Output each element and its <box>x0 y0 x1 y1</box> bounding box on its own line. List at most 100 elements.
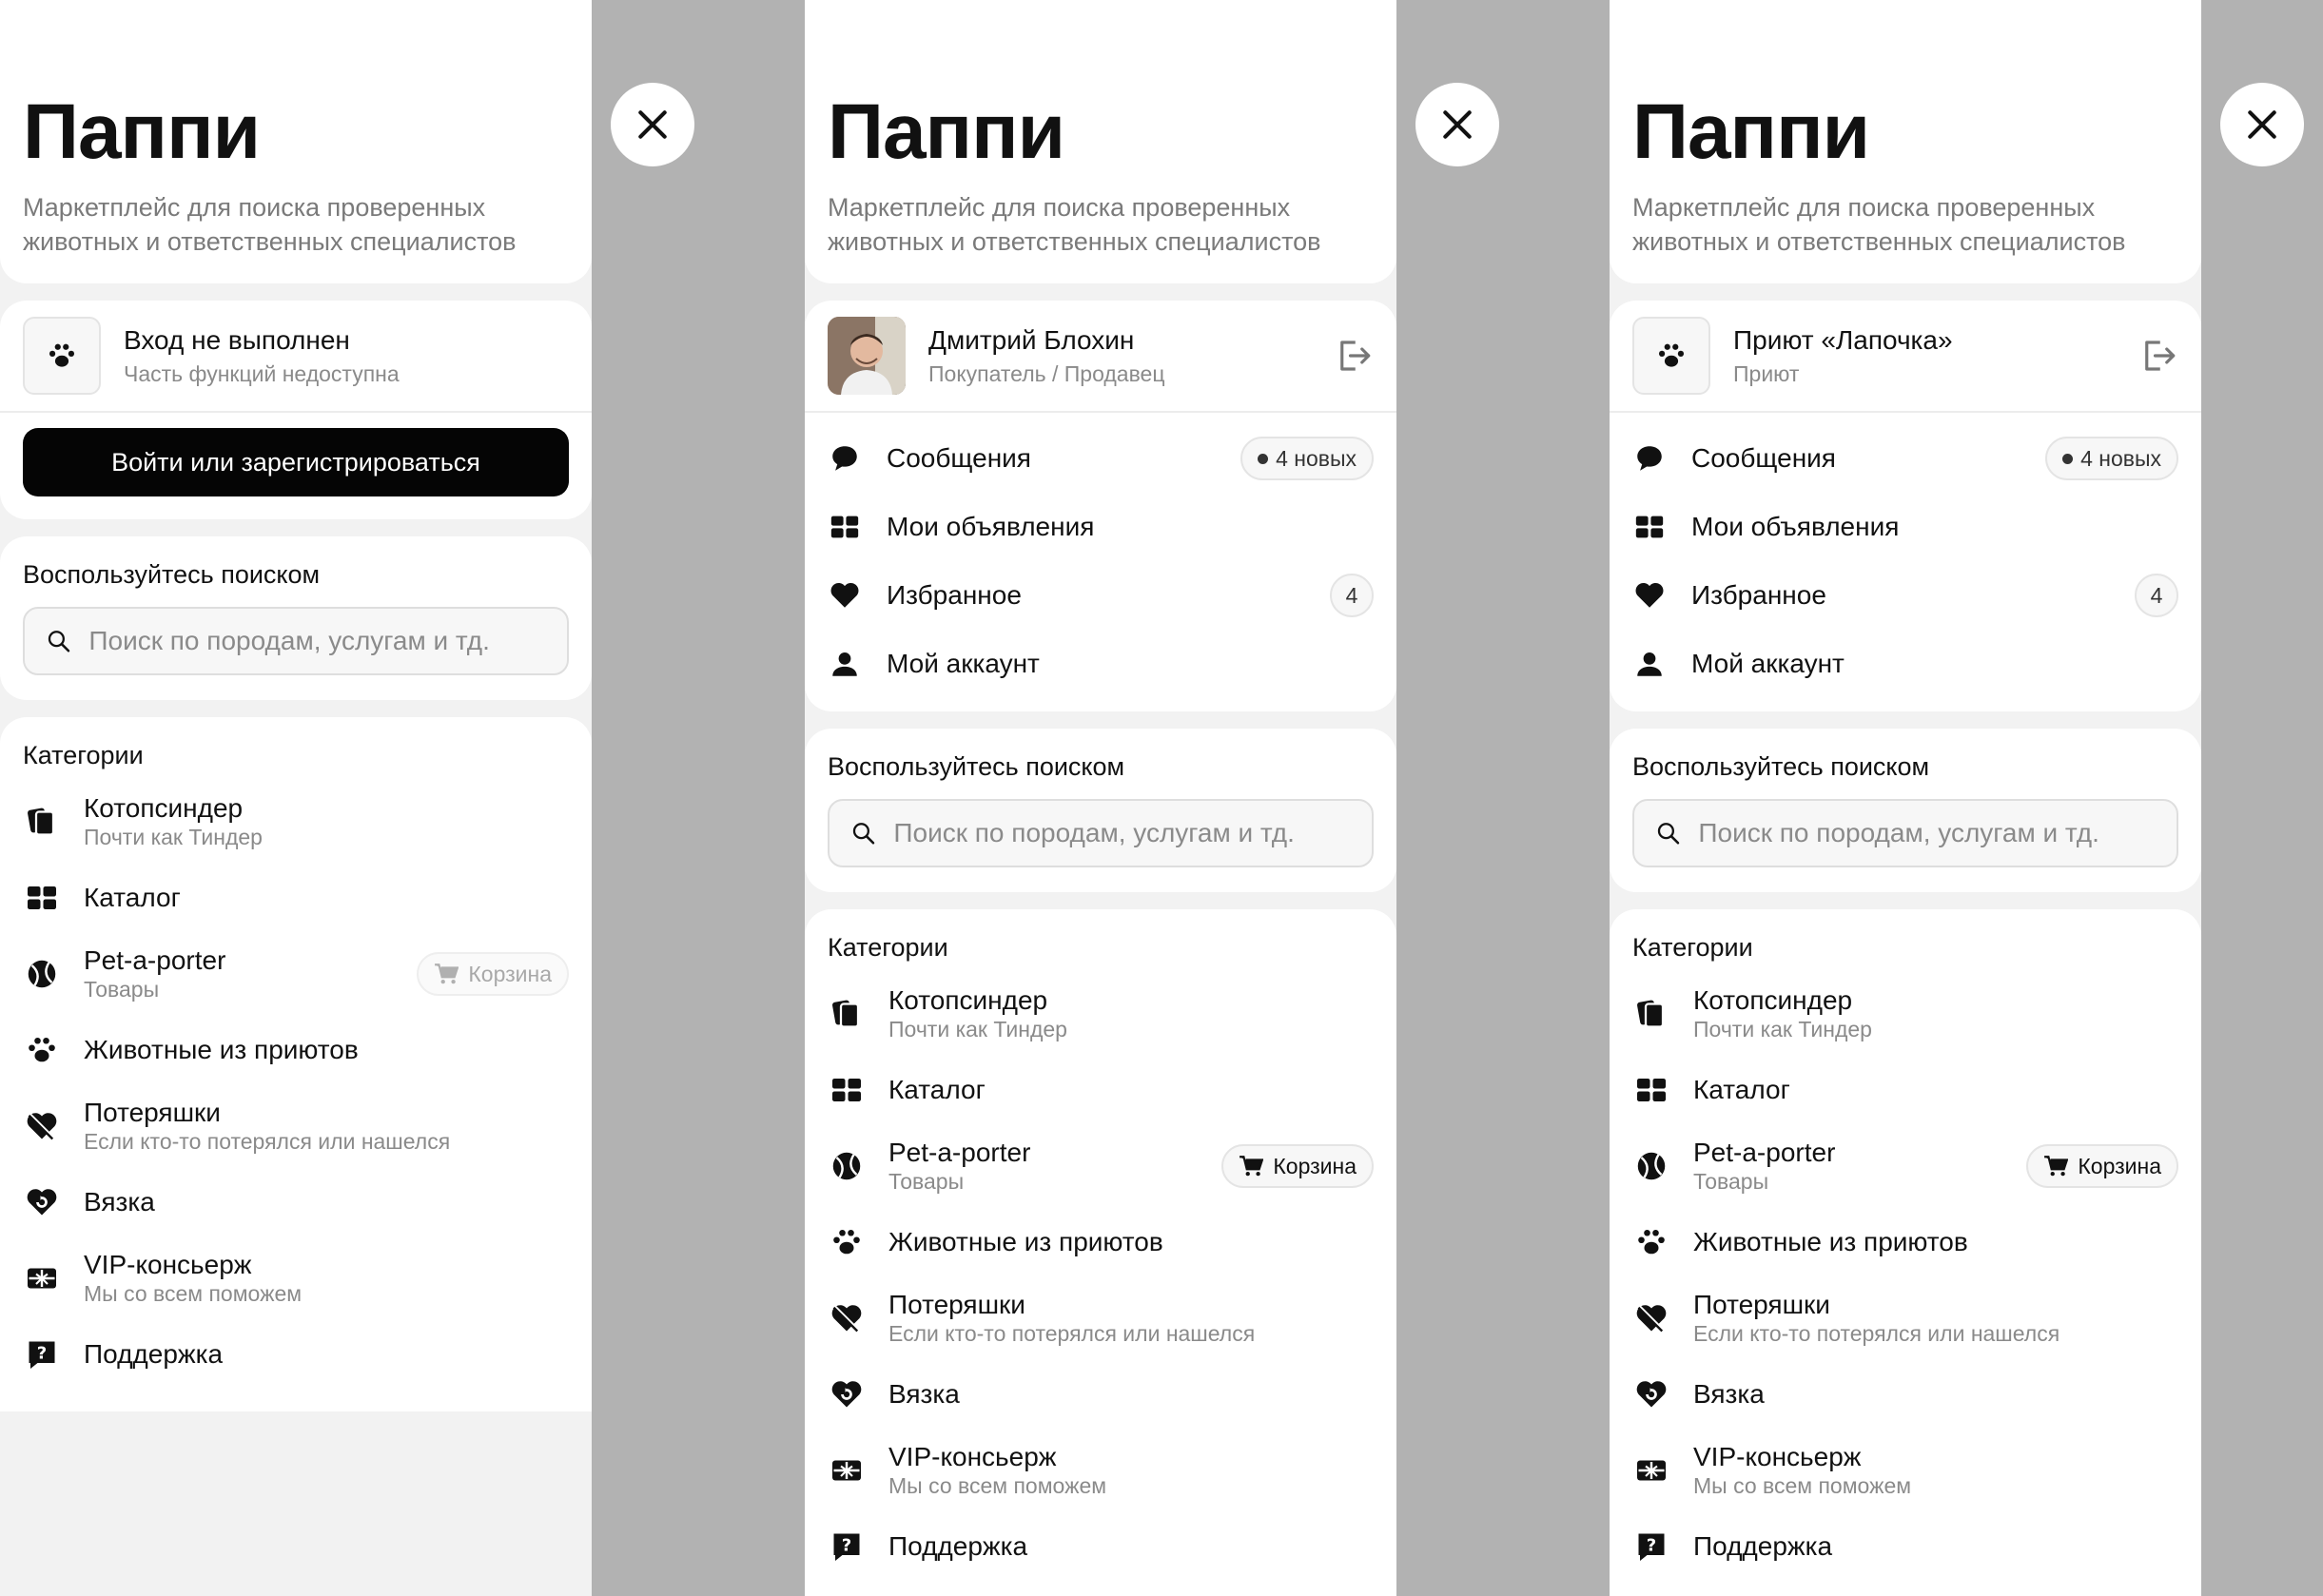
menu-favorites[interactable]: Избранное 4 <box>1632 561 2178 630</box>
category-lost[interactable]: Потеряшки Если кто-то потерялся или нашел… <box>1632 1280 2178 1356</box>
category-subtitle: Если кто-то потерялся или нашелся <box>1693 1321 2060 1346</box>
login-register-button[interactable]: Войти или зарегистрироваться <box>23 428 569 496</box>
category-kotopsinder[interactable]: Котопсиндер Почти как Тиндер <box>1632 976 2178 1052</box>
chat-icon <box>828 441 862 476</box>
search-card: Воспользуйтесь поиском <box>0 536 592 700</box>
close-button[interactable] <box>611 83 694 166</box>
heart-refresh-icon <box>23 1183 61 1221</box>
category-vip[interactable]: VIP-консьерж Мы со всем поможем <box>23 1240 569 1316</box>
search-title: Воспользуйтесь поиском <box>828 752 1125 781</box>
paw-icon <box>1632 1223 1670 1261</box>
search-input[interactable] <box>88 626 546 656</box>
menu-account[interactable]: Мой аккаунт <box>1632 630 2178 698</box>
close-button[interactable] <box>1415 83 1499 166</box>
category-pet-a-porter[interactable]: Pet-a-porter Товары Корзина <box>1632 1128 2178 1204</box>
gift-card-icon <box>828 1451 866 1489</box>
category-mating[interactable]: Вязка <box>23 1164 569 1240</box>
svg-text:?: ? <box>842 1536 851 1556</box>
category-catalog[interactable]: Каталог <box>1632 1052 2178 1128</box>
category-vip[interactable]: VIP-консьерж Мы со всем поможем <box>828 1432 1374 1508</box>
gift-card-icon <box>1632 1451 1670 1489</box>
category-pet-a-porter[interactable]: Pet-a-porter Товары Корзина <box>23 936 569 1012</box>
category-subtitle: Если кто-то потерялся или нашелся <box>84 1129 451 1154</box>
categories-title: Категории <box>828 933 948 962</box>
category-title: Каталог <box>84 883 181 912</box>
category-pet-a-porter[interactable]: Pet-a-porter Товары Корзина <box>828 1128 1374 1204</box>
cart-button[interactable]: Корзина <box>417 952 569 996</box>
menu-messages[interactable]: Сообщения 4 новых <box>1632 424 2178 493</box>
category-catalog[interactable]: Каталог <box>828 1052 1374 1128</box>
user-row[interactable]: Дмитрий Блохин Покупатель / Продавец <box>805 301 1396 413</box>
category-mating[interactable]: Вязка <box>1632 1356 2178 1432</box>
categories-title: Категории <box>1632 933 1753 962</box>
app-header: Паппи Маркетплейс для поиска проверенных… <box>805 0 1396 283</box>
cart-button[interactable]: Корзина <box>2026 1144 2178 1188</box>
categories-list: Котопсиндер Почти как Тиндер Каталог Pet-… <box>828 976 1374 1585</box>
app-title: Паппи <box>828 88 1065 175</box>
grid-icon <box>23 879 61 917</box>
close-button[interactable] <box>2220 83 2304 166</box>
category-title: Pet-a-porter <box>888 1138 1031 1167</box>
category-support[interactable]: ? Поддержка <box>828 1508 1374 1585</box>
drawer-panel-guest: Паппи Маркетплейс для поиска проверенных… <box>0 0 592 1596</box>
logout-icon[interactable] <box>2138 336 2178 376</box>
search-input[interactable] <box>1698 818 2156 848</box>
user-role: Часть функций недоступна <box>124 360 400 386</box>
stage: Паппи Маркетплейс для поиска проверенных… <box>0 0 2323 1596</box>
menu-label: Мои объявления <box>887 512 1095 541</box>
category-catalog[interactable]: Каталог <box>23 860 569 936</box>
menu-favorites[interactable]: Избранное 4 <box>828 561 1374 630</box>
cart-label: Корзина <box>2078 1153 2161 1178</box>
cart-icon <box>2044 1156 2069 1177</box>
logout-icon[interactable] <box>1334 336 1374 376</box>
category-title: Поддержка <box>1693 1531 1833 1561</box>
category-subtitle: Товары <box>1693 1169 1769 1194</box>
category-kotopsinder[interactable]: Котопсиндер Почти как Тиндер <box>23 784 569 860</box>
category-lost[interactable]: Потеряшки Если кто-то потерялся или нашел… <box>23 1088 569 1164</box>
user-row[interactable]: Приют «Лапочка» Приют <box>1610 301 2201 413</box>
grid-icon <box>828 510 862 544</box>
category-support[interactable]: ? Поддержка <box>23 1316 569 1392</box>
category-title: Котопсиндер <box>84 793 244 823</box>
category-shelter-animals[interactable]: Животные из приютов <box>1632 1204 2178 1280</box>
paw-icon <box>23 1031 61 1069</box>
category-title: Животные из приютов <box>1693 1227 1968 1256</box>
help-bubble-icon: ? <box>23 1335 61 1373</box>
menu-messages[interactable]: Сообщения 4 новых <box>828 424 1374 493</box>
search-title: Воспользуйтесь поиском <box>23 560 321 589</box>
ball-icon <box>23 955 61 993</box>
search-box[interactable] <box>23 607 569 675</box>
category-title: Животные из приютов <box>888 1227 1163 1256</box>
search-card: Воспользуйтесь поиском <box>805 729 1396 892</box>
category-lost[interactable]: Потеряшки Если кто-то потерялся или нашел… <box>828 1280 1374 1356</box>
category-shelter-animals[interactable]: Животные из приютов <box>23 1012 569 1088</box>
category-title: Котопсиндер <box>888 985 1048 1015</box>
menu-my-ads[interactable]: Мои объявления <box>1632 493 2178 561</box>
category-support[interactable]: ? Поддержка <box>1632 1508 2178 1585</box>
menu-label: Сообщения <box>1691 443 1836 473</box>
category-title: Каталог <box>888 1075 986 1104</box>
search-box[interactable] <box>828 799 1374 867</box>
search-box[interactable] <box>1632 799 2178 867</box>
category-subtitle: Мы со всем поможем <box>84 1281 303 1306</box>
chat-icon <box>1632 441 1667 476</box>
search-input[interactable] <box>893 818 1351 848</box>
person-icon <box>1632 647 1667 681</box>
new-messages-badge: 4 новых <box>1240 437 1374 480</box>
menu-account[interactable]: Мой аккаунт <box>828 630 1374 698</box>
broken-heart-icon <box>23 1107 61 1145</box>
menu-my-ads[interactable]: Мои объявления <box>828 493 1374 561</box>
category-kotopsinder[interactable]: Котопсиндер Почти как Тиндер <box>828 976 1374 1052</box>
user-name: Приют «Лапочка» <box>1733 324 1953 355</box>
category-shelter-animals[interactable]: Животные из приютов <box>828 1204 1374 1280</box>
cart-button[interactable]: Корзина <box>1221 1144 1374 1188</box>
category-vip[interactable]: VIP-консьерж Мы со всем поможем <box>1632 1432 2178 1508</box>
menu-label: Мой аккаунт <box>1691 649 1845 678</box>
favorites-count-badge: 4 <box>2135 574 2178 617</box>
category-title: VIP-консьерж <box>84 1250 252 1279</box>
category-title: Потеряшки <box>84 1098 221 1127</box>
cards-icon <box>23 803 61 841</box>
menu-label: Мой аккаунт <box>887 649 1040 678</box>
user-menu: Сообщения 4 новых Мои объявления Избранн… <box>1610 413 2201 711</box>
category-mating[interactable]: Вязка <box>828 1356 1374 1432</box>
